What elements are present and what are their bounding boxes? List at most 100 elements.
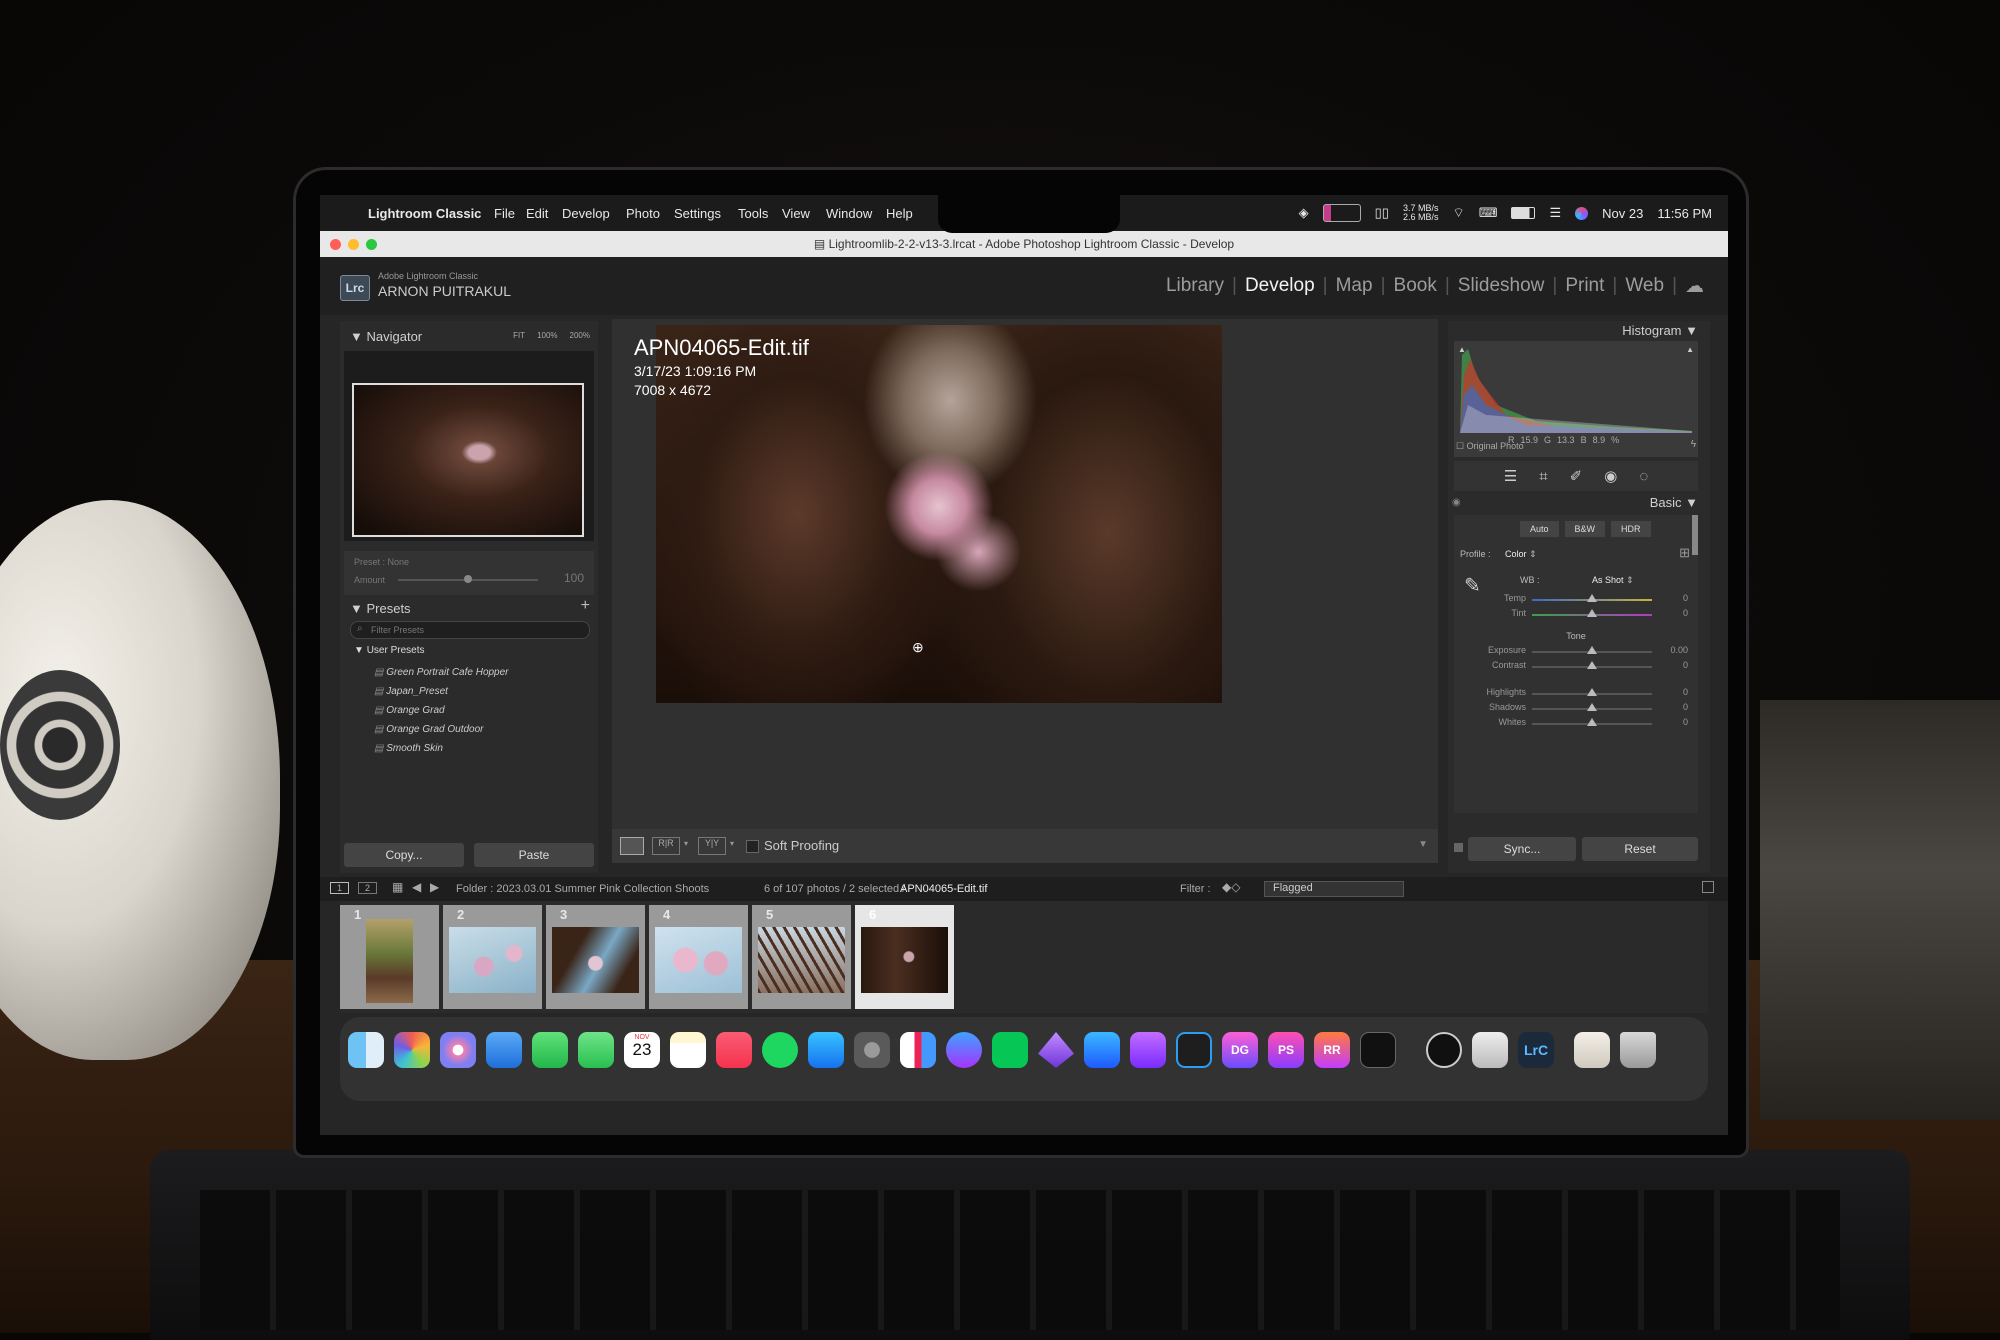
sync-button[interactable]: Sync... <box>1468 837 1576 861</box>
photos-icon[interactable] <box>440 1032 476 1068</box>
printer-icon[interactable] <box>1472 1032 1508 1068</box>
menu-app-name[interactable]: Lightroom Classic <box>368 206 481 221</box>
selected-filename[interactable]: APN04065-Edit.tif <box>900 883 987 895</box>
slider-row[interactable]: Shadows 0 <box>1454 702 1698 717</box>
soft-proofing-checkbox[interactable] <box>746 840 759 853</box>
crop-icon[interactable]: ⌗ <box>1539 468 1547 485</box>
original-photo-toggle[interactable]: ☐ Original Photo <box>1456 441 1524 452</box>
preview-icon[interactable] <box>900 1032 936 1068</box>
slider-row[interactable]: Temp 0 <box>1454 593 1698 608</box>
slider-row[interactable]: Contrast 0 <box>1454 660 1698 675</box>
filter-presets-input[interactable] <box>369 622 573 638</box>
lightning-icon[interactable]: ϟ <box>1691 439 1696 450</box>
chevron-down-icon[interactable]: ▼ <box>1418 839 1428 850</box>
slider-knob[interactable] <box>1587 661 1597 669</box>
memory-icon[interactable]: ▯▯ <box>1375 205 1389 221</box>
preset-item[interactable]: ▤ Smooth Skin <box>374 739 509 758</box>
menu-edit[interactable]: Edit <box>526 206 548 221</box>
music-icon[interactable] <box>716 1032 752 1068</box>
chevron-updown-icon[interactable]: ⇕ <box>1626 575 1634 585</box>
vscode-icon[interactable] <box>1176 1032 1212 1068</box>
slider-row[interactable]: Highlights 0 <box>1454 687 1698 702</box>
copy-button[interactable]: Copy... <box>344 843 464 867</box>
wb-select[interactable]: As Shot <box>1592 575 1624 585</box>
menu-settings[interactable]: Settings <box>674 206 721 221</box>
line-icon[interactable] <box>992 1032 1028 1068</box>
menu-file[interactable]: File <box>494 206 515 221</box>
before-after-icon[interactable]: R|R <box>652 837 680 855</box>
healing-icon[interactable]: ✐ <box>1570 467 1583 485</box>
affinity-photo-icon[interactable] <box>1130 1032 1166 1068</box>
reset-button[interactable]: Reset <box>1582 837 1698 861</box>
audio-app-icon[interactable] <box>1426 1032 1462 1068</box>
shadow-clipping-icon[interactable]: ▲ <box>1458 345 1466 354</box>
panel-scrollbar[interactable] <box>1692 515 1698 555</box>
messages-icon[interactable] <box>578 1032 614 1068</box>
chevron-updown-icon[interactable]: ⇕ <box>1529 549 1537 559</box>
affinity-designer-icon[interactable] <box>1084 1032 1120 1068</box>
keyboard-icon[interactable]: ⌨ <box>1479 205 1498 221</box>
downloads-stack-icon[interactable] <box>1574 1032 1610 1068</box>
messenger-icon[interactable] <box>946 1032 982 1068</box>
datagrip-icon[interactable]: DG <box>1222 1032 1258 1068</box>
slider-row[interactable]: Exposure 0.00 <box>1454 645 1698 660</box>
menu-time[interactable]: 11:56 PM <box>1657 206 1712 221</box>
menu-view[interactable]: View <box>782 206 810 221</box>
grid-view-icon[interactable]: ▦ <box>392 880 403 894</box>
visibility-eye-icon[interactable]: ◉ <box>1452 497 1461 508</box>
menu-tools[interactable]: Tools <box>738 206 768 221</box>
minimize-window-button[interactable] <box>348 239 359 250</box>
facetime-icon[interactable] <box>532 1032 568 1068</box>
slider-knob[interactable] <box>1587 718 1597 726</box>
slider-row[interactable]: Whites 0 <box>1454 717 1698 732</box>
preset-item[interactable]: ▤ Japan_Preset <box>374 682 509 701</box>
close-window-button[interactable] <box>330 239 341 250</box>
flag-filter-icon[interactable]: ◆◇ <box>1222 880 1240 894</box>
rustrover-icon[interactable]: RR <box>1314 1032 1350 1068</box>
zoom-window-button[interactable] <box>366 239 377 250</box>
menu-help[interactable]: Help <box>886 206 913 221</box>
photo-thumbnail[interactable] <box>366 919 413 1003</box>
spotify-icon[interactable] <box>762 1032 798 1068</box>
cpu-graph-icon[interactable] <box>1322 204 1361 222</box>
battery-icon[interactable] <box>1511 207 1536 219</box>
calendar-icon[interactable]: NOV 23 <box>624 1032 660 1068</box>
lightroom-classic-icon[interactable]: LrC <box>1518 1032 1554 1068</box>
forward-arrow-icon[interactable]: ▶ <box>430 880 439 894</box>
basic-header[interactable]: Basic ▼ <box>1650 495 1698 510</box>
notes-icon[interactable] <box>670 1032 706 1068</box>
slider-knob[interactable] <box>1587 609 1597 617</box>
photo-thumbnail[interactable] <box>449 927 536 993</box>
preset-item[interactable]: ▤ Orange Grad <box>374 701 509 720</box>
phpstorm-icon[interactable]: PS <box>1268 1032 1304 1068</box>
photo-thumbnail[interactable] <box>758 927 845 993</box>
highlight-clipping-icon[interactable]: ▲ <box>1686 345 1694 354</box>
app-store-icon[interactable] <box>808 1032 844 1068</box>
sync-toggle-switch[interactable] <box>1454 843 1463 852</box>
module-web[interactable]: Web <box>1625 275 1664 298</box>
preset-group-user[interactable]: ▼ User Presets <box>354 645 424 656</box>
bw-button[interactable]: B&W <box>1564 521 1606 537</box>
preset-item[interactable]: ▤ Orange Grad Outdoor <box>374 720 509 739</box>
filmstrip-cell[interactable]: 5 <box>752 905 851 1009</box>
slider-row[interactable]: Tint 0 <box>1454 608 1698 623</box>
add-preset-icon[interactable]: + <box>581 597 590 615</box>
dropbox-icon[interactable]: ◈ <box>1299 205 1309 221</box>
paste-button[interactable]: Paste <box>474 843 594 867</box>
filmstrip-cell[interactable]: 1 <box>340 905 439 1009</box>
module-develop[interactable]: Develop <box>1245 275 1315 298</box>
chevron-down-icon[interactable]: ▾ <box>684 839 688 848</box>
filmstrip-cell[interactable]: 4 <box>649 905 748 1009</box>
folder-path[interactable]: Folder : 2023.03.01 Summer Pink Collecti… <box>456 883 709 895</box>
profile-select[interactable]: Color <box>1505 549 1527 559</box>
navigator-header[interactable]: ▼ Navigator <box>350 329 422 344</box>
menu-develop[interactable]: Develop <box>562 206 610 221</box>
module-print[interactable]: Print <box>1565 275 1604 298</box>
filter-select[interactable]: Flagged <box>1264 881 1404 897</box>
amount-slider-knob[interactable] <box>464 575 472 583</box>
trash-icon[interactable] <box>1620 1032 1656 1068</box>
module-library[interactable]: Library <box>1166 275 1224 298</box>
navigator-thumbnail[interactable] <box>352 383 584 537</box>
menu-window[interactable]: Window <box>826 206 872 221</box>
slider-knob[interactable] <box>1587 646 1597 654</box>
